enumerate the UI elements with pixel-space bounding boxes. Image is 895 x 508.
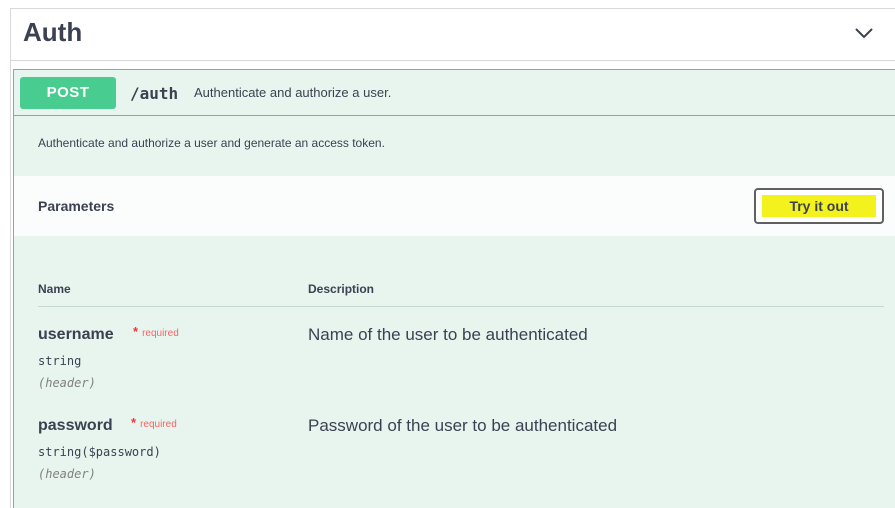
column-header-description: Description [308, 282, 375, 296]
chevron-down-icon[interactable] [852, 21, 876, 45]
operation-description: Authenticate and authorize a user and ge… [38, 136, 385, 150]
param-description: Password of the user to be authenticated [308, 416, 618, 435]
header-divider [38, 306, 884, 307]
post-auth-operation: POST /auth Authenticate and authorize a … [13, 69, 895, 508]
param-location: (header) [38, 376, 96, 390]
try-it-out-button[interactable]: Try it out [754, 188, 884, 224]
operation-summary: Authenticate and authorize a user. [194, 85, 392, 100]
param-name: password [38, 417, 113, 434]
param-name: username [38, 326, 114, 343]
operation-summary-bar[interactable]: POST /auth Authenticate and authorize a … [14, 70, 895, 116]
operation-path: /auth [130, 84, 179, 103]
required-label: required [142, 328, 179, 339]
required-label: required [140, 419, 177, 430]
method-badge: POST [20, 77, 116, 109]
param-location: (header) [38, 467, 96, 481]
param-type: string($password) [38, 445, 161, 459]
auth-tag-section: Auth POST /auth Authenticate and authori… [10, 8, 895, 508]
tag-title: Auth [23, 17, 83, 47]
try-it-out-label: Try it out [789, 198, 849, 214]
required-badge: * required [131, 415, 177, 430]
tag-header[interactable]: Auth [11, 9, 895, 61]
parameters-title: Parameters [38, 198, 115, 214]
required-badge: * required [133, 324, 179, 339]
required-star: * [133, 324, 139, 339]
required-star: * [131, 415, 137, 430]
parameters-header: Parameters Try it out [14, 176, 895, 236]
column-header-name: Name [38, 282, 71, 296]
param-type: string [38, 354, 82, 368]
param-description: Name of the user to be authenticated [308, 325, 588, 344]
